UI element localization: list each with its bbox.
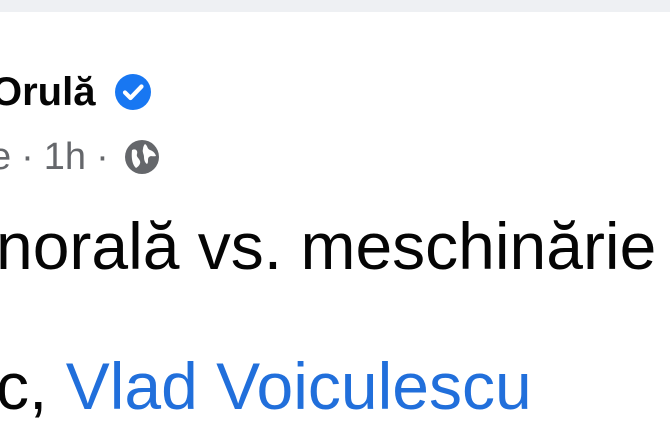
verified-badge-icon [115,74,152,110]
meta-separator: · [96,135,109,178]
post-text-line: c, Vlad Voiculescu [0,348,532,424]
post-text-prefix: c, [0,349,48,423]
post-header: Orulă [0,62,153,122]
author-name[interactable]: Orulă [0,70,95,115]
mention-link[interactable]: Vlad Voiculescu [66,349,532,423]
globe-icon[interactable] [123,138,161,176]
post-card: Orulă e · 1h · norală vs. meschinărie c,… [0,12,670,447]
post-text-line: norală vs. meschinărie [0,209,657,283]
top-divider [0,0,670,12]
post-timestamp[interactable]: 1h [44,136,86,179]
audience-label: e [0,135,12,178]
post-meta: e · 1h · [0,130,161,184]
meta-separator: · [21,135,34,178]
